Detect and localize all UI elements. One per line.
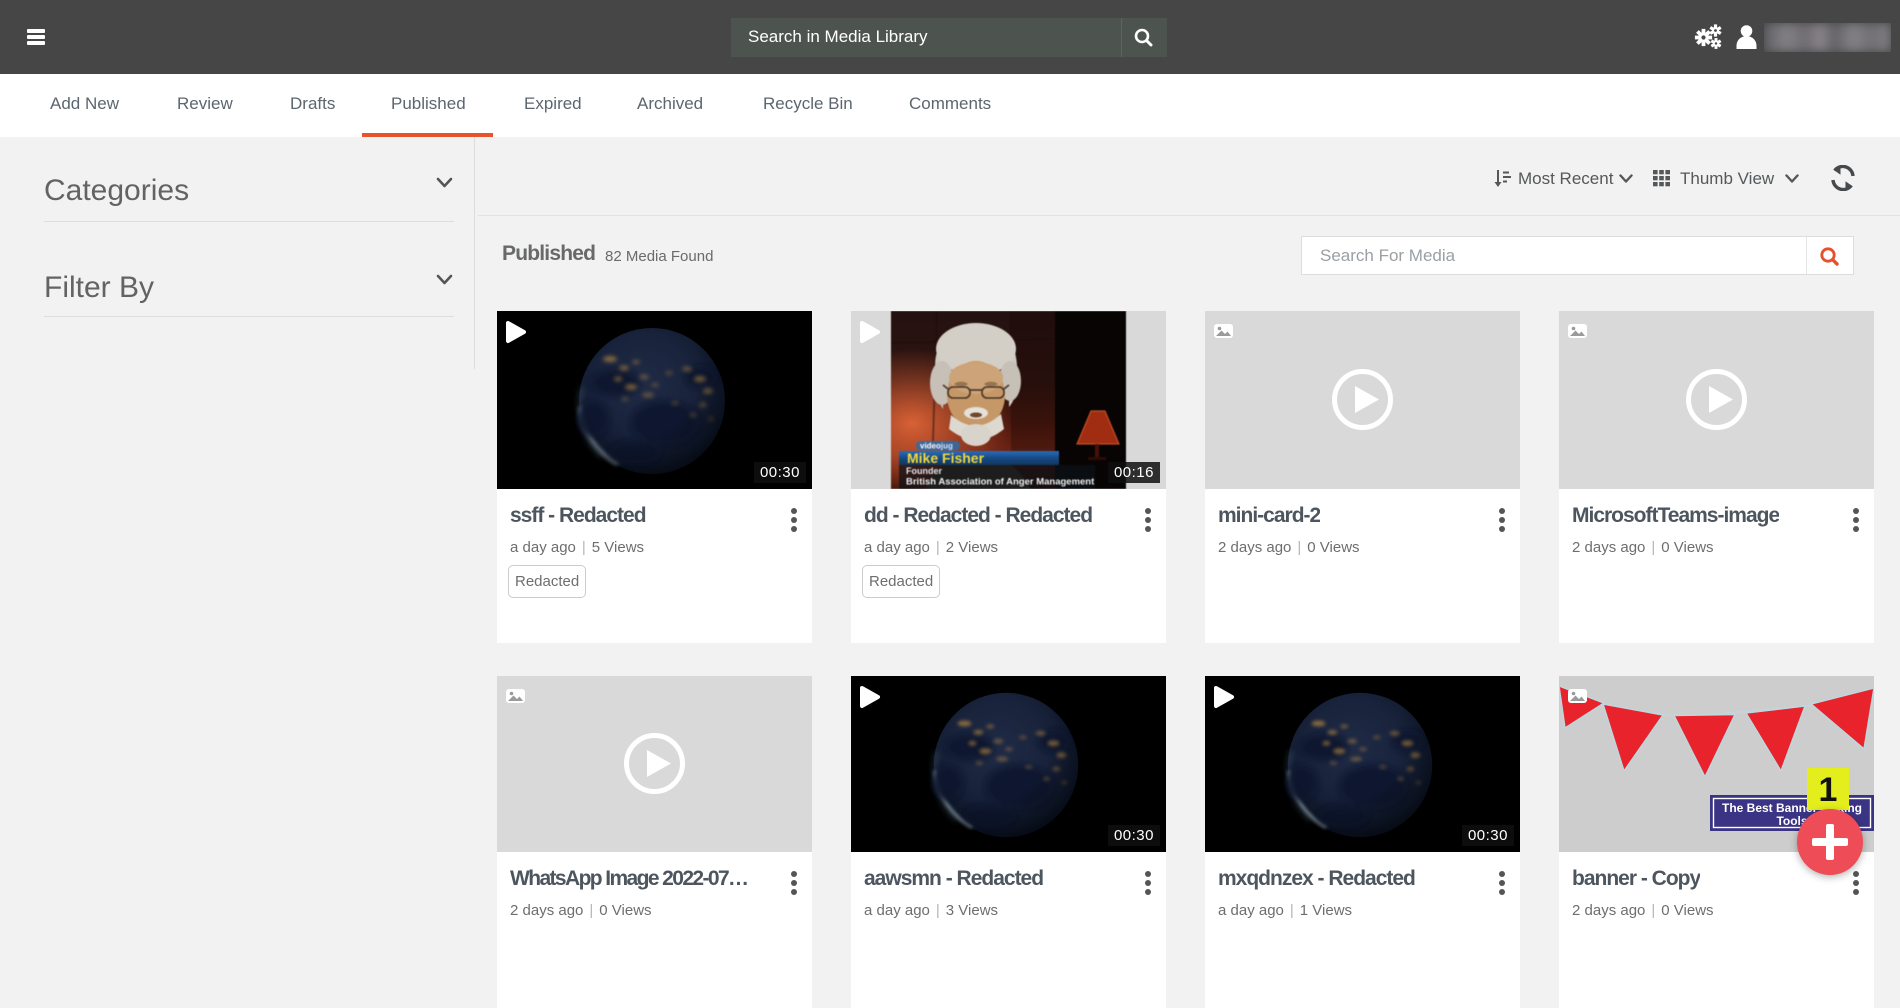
svg-text:Founder: Founder xyxy=(906,466,942,476)
svg-text:Mike Fisher: Mike Fisher xyxy=(907,450,985,466)
svg-text:British Association of Anger M: British Association of Anger Management xyxy=(906,477,1095,488)
